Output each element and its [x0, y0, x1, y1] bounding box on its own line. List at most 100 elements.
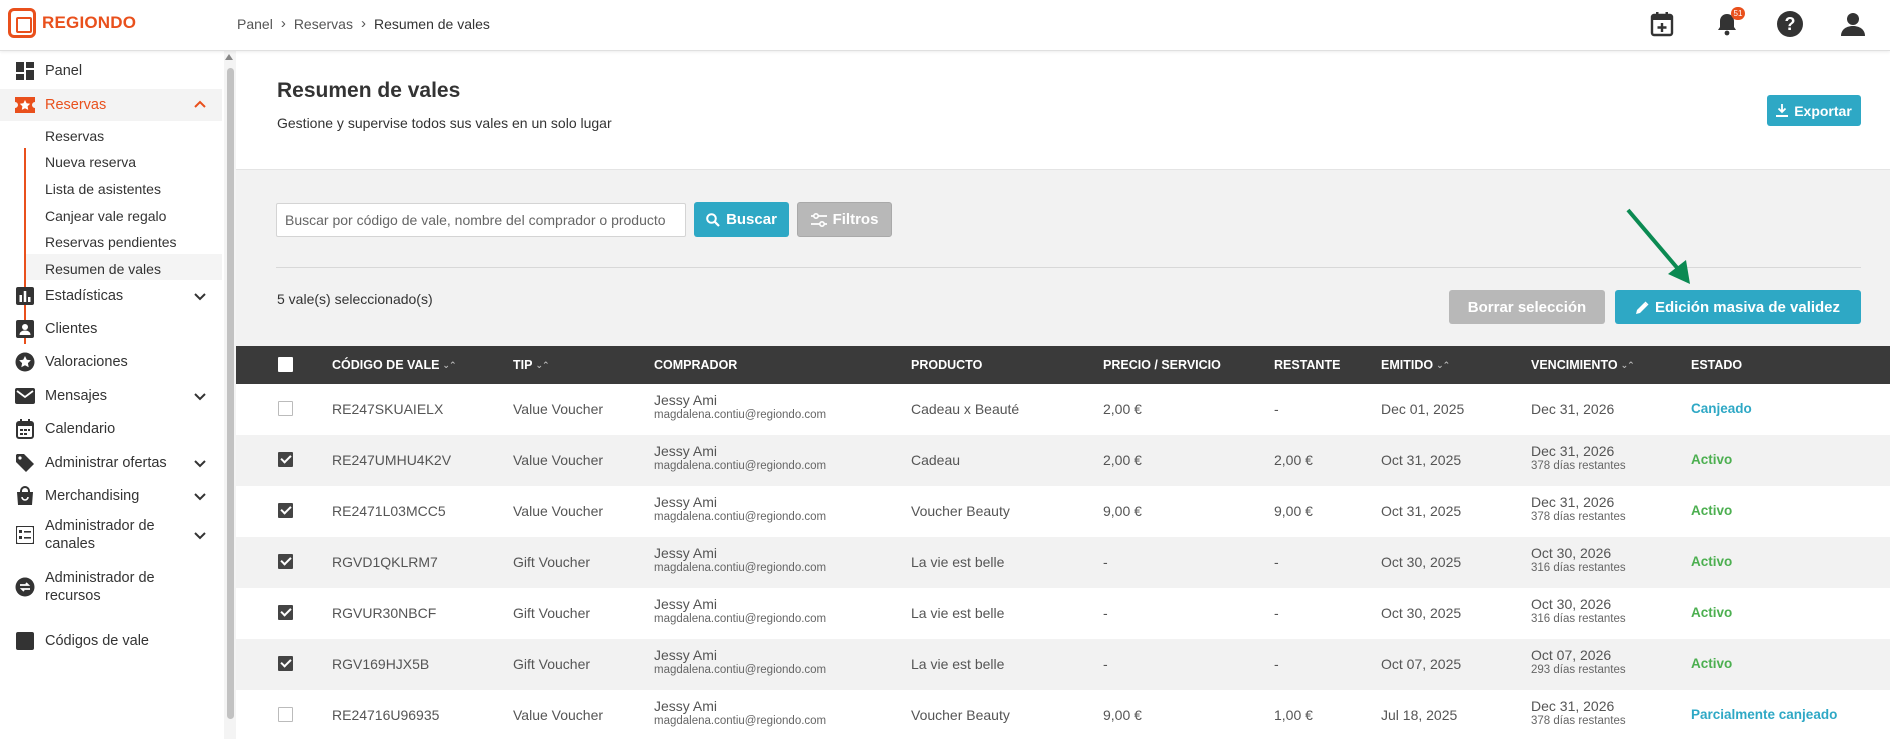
user-account-icon[interactable]: [1838, 9, 1868, 39]
sidebar-item-label: Estadísticas: [45, 288, 124, 304]
cell-product: Voucher Beauty: [911, 503, 1010, 519]
sidebar-item-administrar-ofertas[interactable]: Administrar ofertas: [0, 447, 222, 479]
regiondo-logo[interactable]: REGIONDO: [8, 8, 136, 38]
calendar-add-icon[interactable]: [1647, 9, 1677, 39]
cell-price: 9,00 €: [1103, 707, 1142, 723]
cell-product: La vie est belle: [911, 554, 1005, 570]
sidebar-item-administrador-recursos[interactable]: Administrador de recursos: [0, 567, 222, 607]
sort-arrows-icon[interactable]: ⌄⌃: [1621, 360, 1635, 371]
row-select-checkbox[interactable]: [278, 605, 293, 620]
table-row[interactable]: RE2471L03MCC5 Value Voucher Jessy Ami magda…: [236, 486, 1890, 537]
sidebar: Panel Reservas Reservas Nueva reserva Li…: [0, 51, 236, 739]
cell-voucher-type: Value Voucher: [513, 503, 604, 519]
row-select-checkbox[interactable]: [278, 503, 293, 518]
row-select-checkbox[interactable]: [278, 452, 293, 467]
table-row[interactable]: RGVUR30NBCF Gift Voucher Jessy Ami magdalen…: [236, 588, 1890, 639]
chevron-down-icon[interactable]: [192, 527, 208, 543]
cell-remaining: -: [1274, 605, 1279, 621]
row-select-checkbox[interactable]: [278, 401, 293, 416]
sidebar-item-administrador-canales[interactable]: Administrador de canales: [0, 515, 222, 555]
sidebar-item-label: Códigos de vale: [45, 633, 149, 649]
sort-arrows-icon[interactable]: ⌄⌃: [535, 360, 549, 371]
export-button[interactable]: Exportar: [1767, 95, 1861, 126]
submenu-item-lista-asistentes[interactable]: Lista de asistentes: [45, 181, 161, 197]
scroll-up-arrow-icon[interactable]: [225, 54, 233, 60]
expiry-date: Oct 30, 2026: [1531, 545, 1612, 561]
sidebar-item-codigos-vale[interactable]: Códigos de vale: [0, 625, 222, 657]
table-row[interactable]: RGV169HJX5B Gift Voucher Jessy Ami magdalen…: [236, 639, 1890, 690]
search-input[interactable]: [276, 203, 686, 237]
sidebar-scrollbar-thumb[interactable]: [227, 68, 234, 719]
bulk-edit-label: Edición masiva de validez: [1654, 298, 1841, 316]
sidebar-item-label: Mensajes: [45, 388, 108, 404]
breadcrumb-current: Resumen de vales: [373, 15, 490, 32]
table-row[interactable]: RE247SKUAIELX Value Voucher Jessy Ami magda…: [236, 384, 1890, 435]
voucher-code-icon: [14, 630, 36, 652]
table-row[interactable]: RE247UMHU4K2V Value Voucher Jessy Ami magda…: [236, 435, 1890, 486]
cell-voucher-code: RE247UMHU4K2V: [332, 452, 452, 468]
buyer-email: magdalena.contiu@regiondo.com: [654, 715, 827, 727]
column-header-expiry[interactable]: VENCIMIENTO ⌄⌃: [1531, 358, 1635, 372]
sort-arrows-icon[interactable]: ⌄⌃: [442, 360, 456, 371]
chevron-down-icon[interactable]: [192, 455, 208, 471]
export-button-label: Exportar: [1794, 102, 1852, 119]
buyer-name: Jessy Ami: [654, 443, 718, 459]
chevron-down-icon[interactable]: [192, 488, 208, 504]
chevron-down-icon[interactable]: [192, 288, 208, 304]
table-row[interactable]: RGVD1QKLRM7 Gift Voucher Jessy Ami magdalen…: [236, 537, 1890, 588]
chevron-down-icon[interactable]: [192, 388, 208, 404]
breadcrumb-reservas[interactable]: Reservas: [294, 16, 353, 32]
svg-text:?: ?: [1785, 14, 1796, 34]
sidebar-item-valoraciones[interactable]: Valoraciones: [0, 346, 222, 378]
sidebar-item-label: Clientes: [45, 321, 98, 337]
sidebar-item-clientes[interactable]: Clientes: [0, 313, 222, 345]
sidebar-item-estadisticas[interactable]: Estadísticas: [0, 280, 222, 312]
clear-selection-label: Borrar selección: [1467, 298, 1587, 316]
filters-button[interactable]: Filtros: [797, 202, 892, 237]
sort-arrows-icon[interactable]: ⌄⌃: [1436, 360, 1450, 371]
expiry-days-remaining: 378 días restantes: [1531, 460, 1626, 472]
annotation-arrow-icon: [1626, 208, 1690, 284]
sidebar-item-reservas[interactable]: Reservas: [0, 89, 222, 121]
submenu-item-resumen-vales[interactable]: Resumen de vales: [45, 261, 161, 277]
expiry-date: Dec 31, 2026: [1531, 494, 1615, 510]
search-icon: [706, 212, 720, 227]
sidebar-item-calendario[interactable]: Calendario: [0, 413, 222, 445]
table-row[interactable]: RE24716U96935 Value Voucher Jessy Ami magda…: [236, 690, 1890, 739]
submenu-item-reservas[interactable]: Reservas: [45, 128, 104, 144]
search-button[interactable]: Buscar: [694, 202, 789, 237]
submenu-item-reservas-pendientes[interactable]: Reservas pendientes: [45, 234, 177, 250]
column-header-code[interactable]: CÓDIGO DE VALE ⌄⌃: [332, 358, 457, 372]
row-select-checkbox[interactable]: [278, 656, 293, 671]
sidebar-item-label: Merchandising: [45, 488, 140, 504]
expiry-days-remaining: 293 días restantes: [1531, 664, 1626, 676]
submenu-item-canjear-vale[interactable]: Canjear vale regalo: [45, 208, 166, 224]
cell-remaining: -: [1274, 401, 1279, 417]
bulk-edit-validity-button[interactable]: Edición masiva de validez: [1615, 290, 1861, 324]
sidebar-item-merchandising[interactable]: Merchandising: [0, 480, 222, 512]
breadcrumb: Panel › Reservas › Resumen de vales: [237, 15, 490, 32]
expiry-date: Dec 31, 2026: [1531, 443, 1615, 459]
row-select-checkbox[interactable]: [278, 707, 293, 722]
sidebar-item-mensajes[interactable]: Mensajes: [0, 380, 222, 412]
submenu-item-nueva-reserva[interactable]: Nueva reserva: [45, 154, 136, 170]
notifications-bell-icon[interactable]: 51: [1712, 7, 1745, 39]
help-icon[interactable]: ?: [1775, 9, 1805, 39]
cell-issued: Dec 01, 2025: [1381, 401, 1465, 417]
breadcrumb-panel[interactable]: Panel: [237, 16, 273, 32]
download-icon: [1776, 104, 1789, 117]
cell-voucher-type: Gift Voucher: [513, 656, 591, 672]
column-header-issued[interactable]: EMITIDO ⌄⌃: [1381, 358, 1450, 372]
sidebar-item-label: Administrador de recursos: [45, 570, 155, 604]
shopping-bag-icon: [14, 485, 36, 507]
cell-voucher-type: Gift Voucher: [513, 605, 591, 621]
cell-product: Cadeau: [911, 452, 961, 468]
row-select-checkbox[interactable]: [278, 554, 293, 569]
column-header-type[interactable]: TIP ⌄⌃: [513, 358, 550, 372]
sidebar-item-panel[interactable]: Panel: [0, 55, 222, 87]
clear-selection-button[interactable]: Borrar selección: [1449, 290, 1605, 324]
mail-icon: [14, 385, 36, 407]
chevron-up-icon[interactable]: [192, 97, 208, 113]
cell-issued: Jul 18, 2025: [1381, 707, 1458, 723]
select-all-checkbox[interactable]: [278, 357, 293, 372]
